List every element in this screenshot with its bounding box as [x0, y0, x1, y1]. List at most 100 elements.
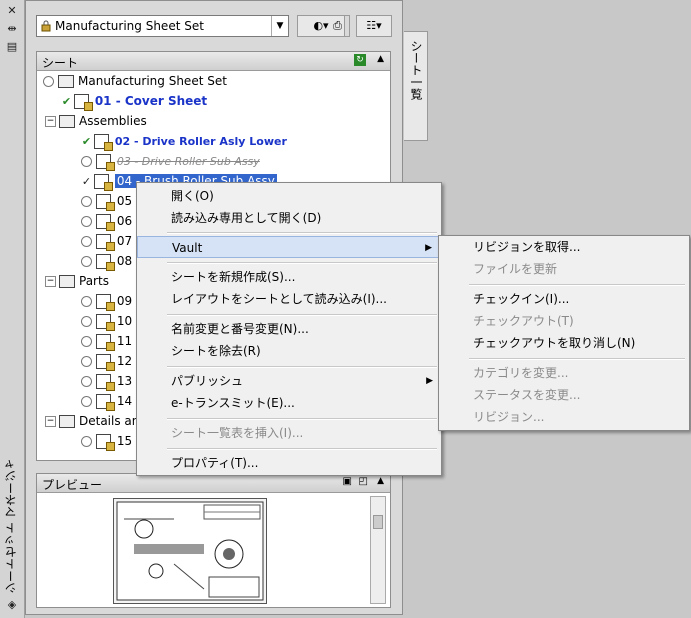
- chevron-down-icon[interactable]: ▼: [271, 16, 288, 36]
- sheet-icon: [96, 234, 115, 251]
- sheet-set-name: Manufacturing Sheet Set: [55, 19, 204, 33]
- tree-root[interactable]: Manufacturing Sheet Set: [43, 71, 227, 91]
- tree-item-10[interactable]: 10: [81, 311, 132, 331]
- vault-change-category: カテゴリを変更...: [473, 366, 569, 380]
- vault-submenu: リビジョンを取得... ファイルを更新 チェックイン(I)... チェックアウト…: [438, 235, 690, 431]
- collapse-icon[interactable]: −: [45, 416, 56, 427]
- details-mode-icon[interactable]: ◰: [359, 476, 368, 487]
- sheet-label: 02 - Drive Roller Asly Lower: [114, 135, 287, 148]
- status-radio-icon: [81, 436, 92, 447]
- tree-item-14[interactable]: 14: [81, 391, 132, 411]
- tree-item-05[interactable]: 05: [81, 191, 132, 211]
- sheet-label: 11: [116, 334, 133, 348]
- sheet-icon: [96, 334, 115, 351]
- sheet-icon: [96, 434, 115, 451]
- sheet-label: 05: [116, 194, 133, 208]
- sheet-label: 10: [116, 314, 133, 328]
- sheet-label: 12: [116, 354, 133, 368]
- menu-separator: [167, 366, 437, 368]
- collapse-panel-icon[interactable]: ▲: [377, 54, 384, 64]
- submenu-arrow-icon: ▶: [425, 243, 432, 253]
- status-radio-icon: [81, 296, 92, 307]
- subset-label: Assemblies: [79, 114, 147, 128]
- menu-open-readonly[interactable]: 読み込み専用として開く(D): [137, 207, 441, 229]
- menu-separator: [469, 284, 685, 286]
- autohide-icon[interactable]: ⇹: [4, 22, 20, 36]
- sheet-label: 06: [116, 214, 133, 228]
- status-radio-icon: [81, 156, 92, 167]
- menu-import-layout[interactable]: レイアウトをシートとして読み込み(I)...: [137, 288, 441, 310]
- view-options-button[interactable]: ☷▾: [356, 15, 392, 37]
- palette-title: シートセット マネージャ: [4, 458, 18, 594]
- preview-scrollbar[interactable]: [370, 496, 386, 604]
- menu-separator: [167, 448, 437, 450]
- refresh-icon[interactable]: ↻: [354, 54, 366, 66]
- publish-icon: ⎙: [333, 19, 342, 32]
- tree-item-06[interactable]: 06: [81, 211, 132, 231]
- tree-item-09[interactable]: 09: [81, 291, 132, 311]
- tree-item-cover[interactable]: ✔ 01 - Cover Sheet: [61, 91, 207, 111]
- tab-sheet-list[interactable]: シート一覧: [404, 31, 428, 141]
- status-radio-icon: [81, 316, 92, 327]
- tree-item-13[interactable]: 13: [81, 371, 132, 391]
- sheet-icon: [96, 214, 115, 231]
- scroll-thumb[interactable]: [373, 515, 383, 529]
- tree-item-08[interactable]: 08: [81, 251, 132, 271]
- menu-remove-sheet[interactable]: シートを除去(R): [137, 340, 441, 362]
- subset-icon: [59, 275, 75, 288]
- tree-item-11[interactable]: 11: [81, 331, 132, 351]
- preview-mode-icon[interactable]: ▣: [343, 476, 352, 487]
- sheet-icon: [96, 254, 115, 271]
- publish-button[interactable]: ⎙: [326, 15, 350, 37]
- vault-undo-checkout[interactable]: チェックアウトを取り消し(N): [439, 332, 689, 354]
- tree-item-12[interactable]: 12: [81, 351, 132, 371]
- close-icon[interactable]: ✕: [4, 4, 20, 18]
- sheet-icon: [94, 134, 113, 151]
- sheetset-manager-icon: ◈: [7, 598, 17, 611]
- tree-subset-assemblies[interactable]: − Assemblies: [45, 111, 147, 131]
- status-radio-icon: [81, 336, 92, 347]
- menu-rename-renumber[interactable]: 名前変更と番号変更(N)...: [137, 318, 441, 340]
- collapse-panel-icon[interactable]: ▲: [377, 476, 384, 486]
- tree-item-02[interactable]: ✔ 02 - Drive Roller Asly Lower: [81, 131, 287, 151]
- tree-subset-parts[interactable]: − Parts: [45, 271, 109, 291]
- vault-check-in[interactable]: チェックイン(I)...: [439, 288, 689, 310]
- menu-properties[interactable]: プロパティ(T)...: [137, 452, 441, 474]
- subset-icon: [59, 415, 75, 428]
- menu-separator: [469, 358, 685, 360]
- properties-icon[interactable]: ▤: [4, 40, 20, 54]
- subset-label: Parts: [79, 274, 109, 288]
- sheet-set-icon: [58, 75, 74, 88]
- collapse-icon[interactable]: −: [45, 116, 56, 127]
- sheet-context-menu: 開く(O) 読み込み専用として開く(D) Vault ▶ シートを新規作成(S).…: [136, 182, 442, 476]
- sheet-label: 13: [116, 374, 133, 388]
- sheet-icon: [96, 194, 115, 211]
- menu-etransmit[interactable]: e-トランスミット(E)...: [137, 392, 441, 414]
- status-radio-icon: [43, 76, 54, 87]
- vault-get-revision[interactable]: リビジョンを取得...: [439, 236, 689, 258]
- menu-separator: [167, 262, 437, 264]
- tree-item-15[interactable]: 15: [81, 431, 132, 451]
- menu-publish[interactable]: パブリッシュ ▶: [137, 370, 441, 392]
- vault-change-state: ステータスを変更...: [473, 388, 581, 402]
- menu-publish-label: パブリッシュ: [171, 374, 244, 388]
- tree-item-07[interactable]: 07: [81, 231, 132, 251]
- menu-new-sheet[interactable]: シートを新規作成(S)...: [137, 266, 441, 288]
- menu-vault[interactable]: Vault ▶: [137, 236, 441, 258]
- list-view-icon: ☷▾: [366, 19, 382, 32]
- tree-subset-details[interactable]: − Details an: [45, 411, 139, 431]
- collapse-icon[interactable]: −: [45, 276, 56, 287]
- vault-check-out: チェックアウト(T): [473, 314, 574, 328]
- sheet-label: 07: [116, 234, 133, 248]
- lock-icon: [41, 20, 51, 32]
- sheet-set-dropdown[interactable]: Manufacturing Sheet Set ▼: [36, 15, 289, 37]
- preview-panel-title: プレビュー: [42, 478, 103, 492]
- menu-open[interactable]: 開く(O): [137, 185, 441, 207]
- checked-out-icon: ✓: [81, 175, 92, 188]
- vault-revision: リビジョン...: [473, 410, 545, 424]
- sheet-label: 08: [116, 254, 133, 268]
- sheets-panel-title: シート: [42, 56, 79, 70]
- sheet-preview-image: [113, 498, 267, 604]
- status-radio-icon: [81, 216, 92, 227]
- tree-item-03[interactable]: 03 - Drive Roller Sub Assy: [81, 151, 260, 171]
